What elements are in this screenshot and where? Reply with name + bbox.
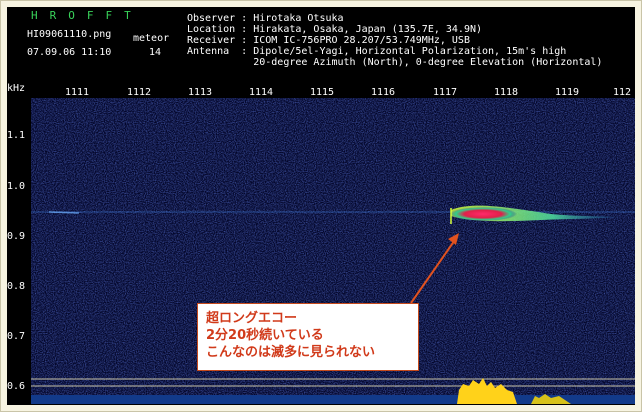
y-tick-label: 0.6 (7, 381, 26, 392)
y-tick-label: 0.8 (7, 281, 26, 292)
x-tick-label: 1112 (127, 87, 152, 98)
filename-label: HI09061110.png (27, 29, 112, 40)
x-tick-label: 1114 (249, 87, 274, 98)
echo-fragment (48, 211, 80, 214)
y-tick-label: 1.0 (7, 181, 26, 192)
callout-arrow (410, 233, 459, 304)
x-tick-label: 1118 (494, 87, 519, 98)
x-tick-label: 1113 (188, 87, 213, 98)
observer-line: Observer : Hirotaka Otsuka (187, 13, 344, 24)
annotation-callout: 超ロングエコー 2分20秒続いている こんなのは滅多に見られない (197, 303, 419, 371)
annotation-line: 超ロングエコー (206, 311, 298, 326)
window-frame: HROFFT HI09061110.png 07.09.06 11:10 met… (0, 0, 642, 412)
receiver-line: Receiver : ICOM IC-756PRO 28.207/53.749M… (187, 35, 470, 46)
datetime-label: 07.09.06 11:10 (27, 47, 112, 58)
meteor-echo (449, 207, 517, 221)
antenna-line-2: 20-degree Azimuth (North), 0-degree Elev… (187, 57, 603, 68)
x-tick-label: 1111 (65, 87, 90, 98)
annotation-line: 2分20秒続いている (206, 328, 324, 343)
x-tick-label: 1115 (310, 87, 335, 98)
x-tick-label: 1116 (371, 87, 396, 98)
meteor-count: 14 (149, 47, 162, 58)
y-unit-label: kHz (7, 83, 26, 94)
y-tick-label: 0.9 (7, 231, 26, 242)
y-tick-label: 1.1 (7, 130, 26, 141)
location-line: Location : Hirakata, Osaka, Japan (135.7… (187, 24, 483, 35)
x-tick-label: 1117 (433, 87, 458, 98)
annotation-line: こんなのは滅多に見られない (206, 345, 376, 360)
x-tick-label: 112 (613, 87, 632, 98)
app-logo: HROFFT (31, 9, 143, 22)
x-tick-label: 1119 (555, 87, 580, 98)
antenna-line: Antenna : Dipole/5el-Yagi, Horizontal Po… (187, 46, 567, 57)
meteor-label: meteor (133, 33, 170, 44)
y-tick-label: 0.7 (7, 331, 26, 342)
spectrogram-panel: HROFFT HI09061110.png 07.09.06 11:10 met… (7, 7, 635, 405)
